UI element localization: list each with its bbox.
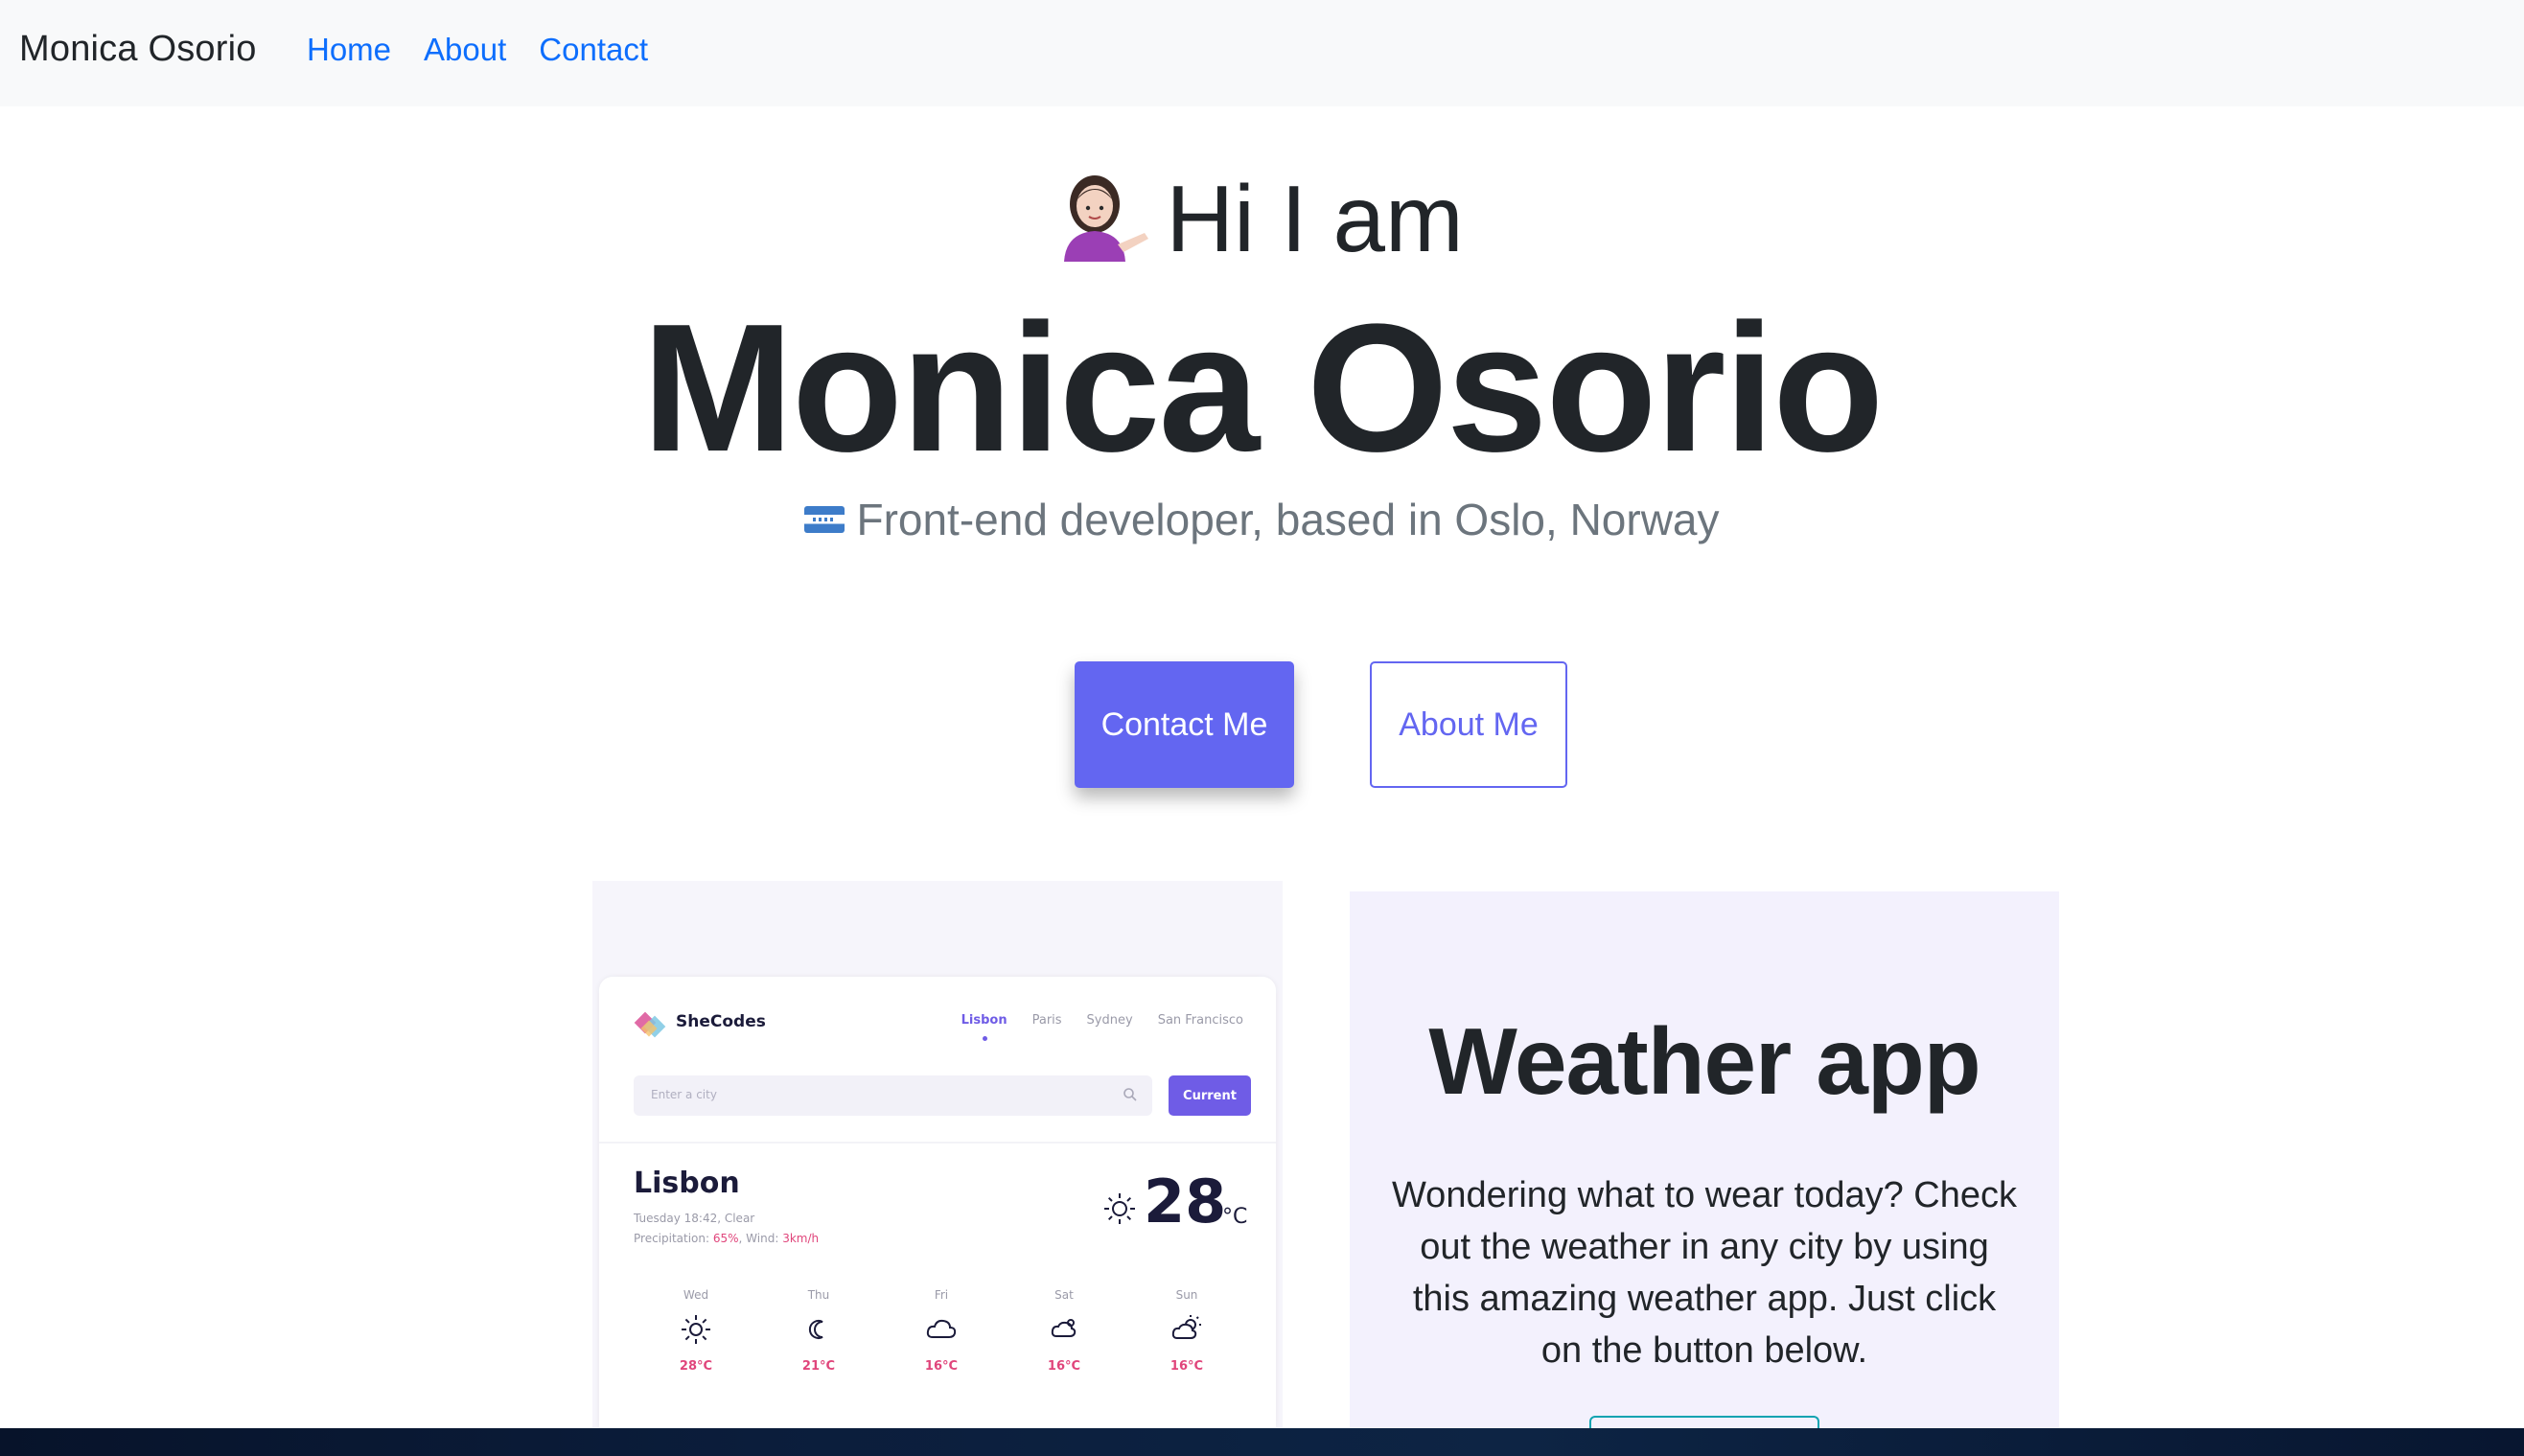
divider <box>599 1142 1276 1144</box>
shecodes-brand: SheCodes <box>676 1012 766 1031</box>
nav-link-contact[interactable]: Contact <box>539 32 648 68</box>
forecast-day-name: Fri <box>934 1288 949 1302</box>
contact-me-button[interactable]: Contact Me <box>1075 661 1294 788</box>
city-name: Lisbon <box>634 1167 740 1200</box>
project-preview-image[interactable]: SheCodes Lisbon Paris Sydney San Francis… <box>592 881 1283 1427</box>
project-info-card: Weather app Wondering what to wear today… <box>1350 891 2059 1454</box>
sun-icon <box>1104 1193 1135 1224</box>
about-me-button[interactable]: About Me <box>1370 661 1567 788</box>
forecast-temp: 16°C <box>1047 1359 1081 1374</box>
nav-link-about[interactable]: About <box>424 32 506 68</box>
nav-link-home[interactable]: Home <box>307 32 391 68</box>
current-location-button: Current <box>1169 1075 1251 1116</box>
moon-icon <box>808 1320 823 1339</box>
forecast-day-name: Thu <box>807 1288 830 1302</box>
date-description: Tuesday 18:42, Clear <box>634 1212 755 1225</box>
city-tabs: Lisbon Paris Sydney San Francisco <box>937 1013 1243 1041</box>
city-tab-paris: Paris <box>1031 1013 1062 1028</box>
forecast-row: Wed 28°C Thu 21°C Fri 16°C Sat 16°C Sun … <box>643 1288 1266 1384</box>
hero-name: Monica Osorio <box>641 287 1885 490</box>
forecast-temp: 28°C <box>679 1359 713 1374</box>
precipitation-wind: Precipitation: 65%, Wind: 3km/h <box>634 1232 820 1245</box>
navbar-brand[interactable]: Monica Osorio <box>19 29 257 70</box>
forecast-day: Sun 16°C <box>1134 1288 1239 1374</box>
project-description: Wondering what to wear today? Check out … <box>1392 1175 2017 1371</box>
forecast-day-name: Sat <box>1054 1288 1074 1302</box>
tagline-text: Front-end developer, based in Oslo, Norw… <box>856 495 1720 544</box>
forecast-temp: 21°C <box>801 1359 836 1374</box>
project-title: Weather app <box>1428 1008 1980 1114</box>
search-icon <box>1123 1088 1137 1101</box>
forecast-day: Wed 28°C <box>643 1288 749 1374</box>
temperature-value: 28 <box>1144 1167 1227 1236</box>
forecast-temp: 16°C <box>1169 1359 1204 1374</box>
hero-tagline: Front-end developer, based in Oslo, Norw… <box>0 489 2524 550</box>
footer-background <box>0 1428 2524 1456</box>
forecast-day-name: Wed <box>683 1288 709 1302</box>
forecast-day: Sat 16°C <box>1011 1288 1117 1374</box>
navbar: Monica Osorio Home About Contact <box>0 0 2524 106</box>
rain-cloud-icon <box>1051 1319 1077 1337</box>
city-tab-sydney: Sydney <box>1086 1013 1133 1028</box>
greeting-text: Hi I am <box>1166 166 1464 271</box>
person-tipping-hand-icon <box>1060 166 1152 287</box>
temperature-unit: °C <box>1222 1205 1248 1229</box>
forecast-day: Fri 16°C <box>889 1288 994 1374</box>
weather-app-screenshot: SheCodes Lisbon Paris Sydney San Francis… <box>599 977 1276 1427</box>
cloud-icon <box>926 1319 957 1338</box>
sun-icon <box>682 1315 710 1344</box>
search-placeholder: Enter a city <box>651 1088 717 1101</box>
city-search-field: Enter a city <box>634 1075 1152 1116</box>
partly-cloudy-icon <box>1171 1315 1201 1339</box>
hero-greeting: Hi I am <box>0 161 2524 287</box>
forecast-day: Thu 21°C <box>766 1288 871 1374</box>
forecast-day-name: Sun <box>1175 1288 1198 1302</box>
shecodes-logo-icon <box>634 1011 666 1038</box>
nav-links: Home About Contact <box>307 32 681 68</box>
city-tab-san-francisco: San Francisco <box>1157 1013 1243 1028</box>
city-tab-lisbon: Lisbon <box>961 1013 1007 1041</box>
forecast-temp: 16°C <box>924 1359 959 1374</box>
honduras-flag-icon <box>804 505 845 533</box>
